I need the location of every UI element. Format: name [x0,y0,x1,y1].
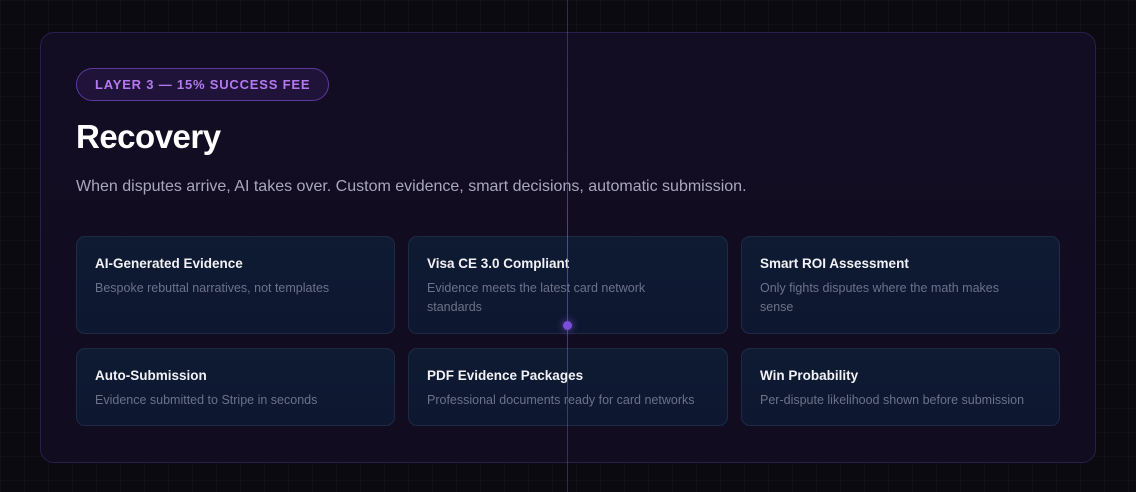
feature-card-pdf-evidence-packages: PDF Evidence Packages Professional docum… [408,348,728,426]
feature-card-visa-ce-compliant: Visa CE 3.0 Compliant Evidence meets the… [408,236,728,334]
feature-card-description: Only fights disputes where the math make… [760,281,1000,314]
section-title: Recovery [76,118,221,155]
feature-card-title: Win Probability [760,368,859,383]
section-subtitle: When disputes arrive, AI takes over. Cus… [76,178,747,195]
feature-card-description: Evidence submitted to Stripe in seconds [95,393,318,407]
layer-badge-label: LAYER 3 — 15% SUCCESS FEE [95,77,311,92]
feature-card-auto-submission: Auto-Submission Evidence submitted to St… [76,348,395,426]
feature-card-description: Evidence meets the latest card network s… [427,281,646,314]
feature-card-title: PDF Evidence Packages [427,368,584,383]
feature-card-smart-roi-assessment: Smart ROI Assessment Only fights dispute… [741,236,1060,334]
layer-badge: LAYER 3 — 15% SUCCESS FEE [76,68,330,101]
feature-card-description: Bespoke rebuttal narratives, not templat… [95,281,330,295]
feature-card-description: Per-dispute likelihood shown before subm… [760,393,1025,407]
feature-card-title: Auto-Submission [95,368,207,383]
feature-card-title: AI-Generated Evidence [95,256,243,271]
feature-card-description: Professional documents ready for card ne… [427,393,695,407]
timeline-vertical-line [567,0,568,492]
feature-card-title: Smart ROI Assessment [760,256,909,271]
feature-card-ai-generated-evidence: AI-Generated Evidence Bespoke rebuttal n… [76,236,395,334]
timeline-dot [563,321,572,330]
feature-card-win-probability: Win Probability Per-dispute likelihood s… [741,348,1060,426]
feature-card-title: Visa CE 3.0 Compliant [427,256,570,271]
